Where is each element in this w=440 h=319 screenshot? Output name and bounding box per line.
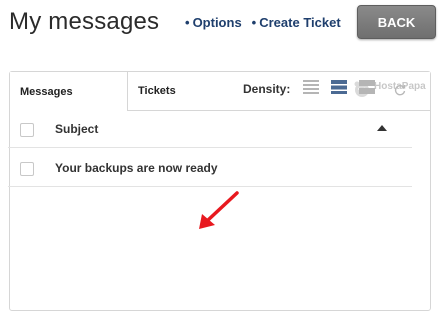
density-comfortable-icon[interactable] xyxy=(359,79,375,95)
options-link-label: Options xyxy=(192,15,242,30)
density-label: Density: xyxy=(243,82,291,96)
annotation-arrow-icon xyxy=(199,191,239,229)
row-checkbox[interactable] xyxy=(20,162,34,176)
column-header-subject[interactable]: Subject xyxy=(55,122,98,136)
create-ticket-link-label: Create Ticket xyxy=(259,15,341,30)
header-links: • Options • Create Ticket xyxy=(185,15,341,30)
table-header-row: Subject xyxy=(8,112,412,148)
density-normal-icon[interactable] xyxy=(331,79,347,95)
create-ticket-link[interactable]: • Create Ticket xyxy=(252,15,341,30)
page-title: My messages xyxy=(9,8,160,35)
message-subject[interactable]: Your backups are now ready xyxy=(55,161,218,175)
back-button[interactable]: BACK xyxy=(357,5,436,39)
select-all-checkbox[interactable] xyxy=(20,123,34,137)
density-compact-icon[interactable] xyxy=(303,79,319,95)
tab-messages[interactable]: Messages xyxy=(10,72,128,111)
table-row[interactable]: Your backups are now ready xyxy=(8,149,412,187)
density-control: Density: xyxy=(243,80,375,96)
tab-tickets-label: Tickets xyxy=(138,85,176,97)
sort-ascending-icon[interactable] xyxy=(377,125,387,131)
tab-tickets[interactable]: Tickets xyxy=(128,72,248,110)
tab-messages-label: Messages xyxy=(20,85,73,98)
refresh-icon[interactable] xyxy=(394,84,406,96)
options-link[interactable]: • Options xyxy=(185,15,242,30)
